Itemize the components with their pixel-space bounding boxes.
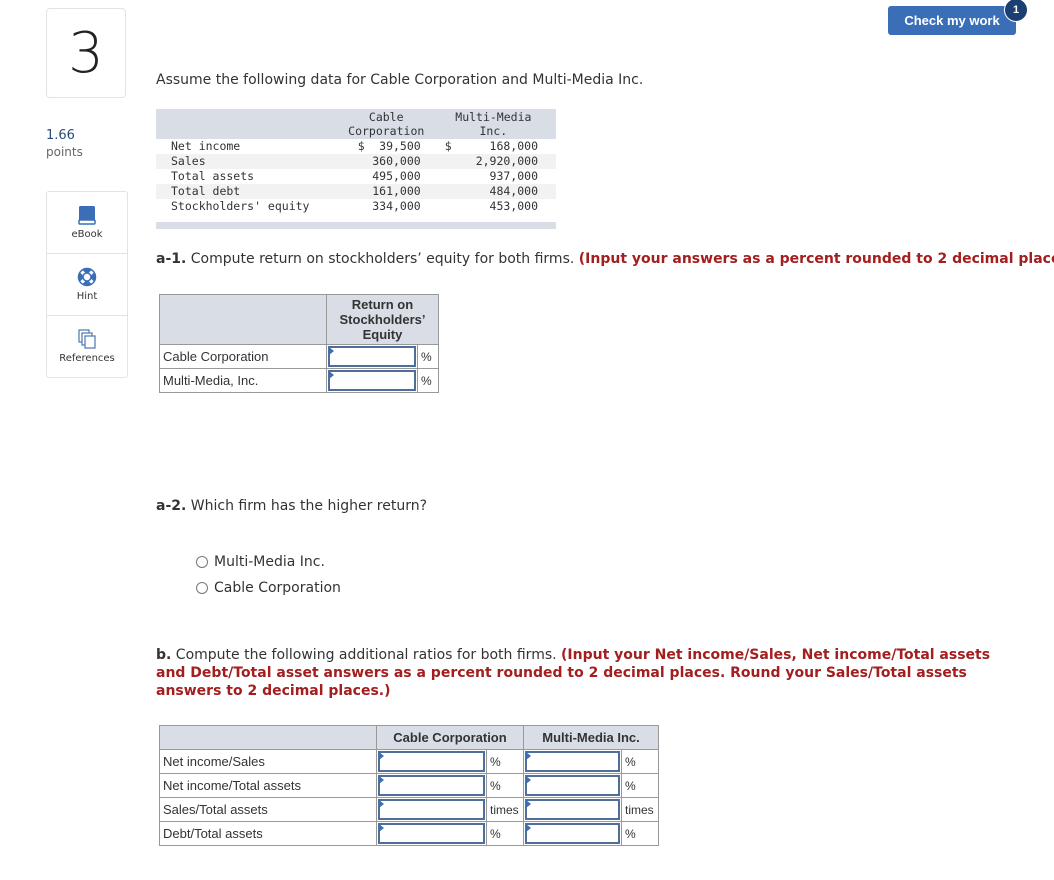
cell-value: 2,920,000 (430, 154, 556, 169)
radio-button[interactable] (196, 582, 208, 594)
table-row: Multi-Media, Inc. % (159, 368, 439, 393)
cell-value: 334,000 (372, 199, 421, 213)
roe-header: Return on Stockholders’ Equity (326, 294, 439, 345)
unit-label: % (621, 749, 659, 774)
ratios-answer-table: Cable Corporation Multi-Media Inc. Net i… (159, 725, 659, 846)
problem-intro: Assume the following data for Cable Corp… (156, 72, 644, 88)
hint-button[interactable]: Hint (47, 254, 127, 316)
currency-symbol: $ (444, 139, 452, 153)
cell-value: 39,500 (379, 139, 421, 153)
cell-value: 453,000 (489, 199, 538, 213)
row-label: Total assets (171, 169, 255, 183)
table-row: Sales 360,000 2,920,000 (156, 154, 556, 169)
table-row: Total debt 161,000 484,000 (156, 184, 556, 199)
part-b-prompt: b. Compute the following additional rati… (156, 646, 996, 700)
row-label: Net income/Sales (159, 749, 377, 774)
option-multimedia[interactable]: Multi-Media Inc. (196, 549, 341, 575)
table-row: Debt/Total assets % % (159, 821, 659, 846)
multimedia-net-income-sales-input[interactable] (527, 753, 618, 770)
row-label: Multi-Media, Inc. (159, 368, 327, 393)
unit-label: times (486, 797, 524, 822)
part-a2-text: Which firm has the higher return? (186, 498, 428, 514)
row-label: Debt/Total assets (159, 821, 377, 846)
row-label: Sales (156, 154, 342, 169)
part-a2-prompt: a-2. Which firm has the higher return? (156, 498, 427, 514)
cell-value: 937,000 (489, 169, 538, 183)
cell-value: 168,000 (489, 139, 538, 153)
part-b-text: Compute the following additional ratios … (171, 647, 562, 663)
cell-value: 161,000 (341, 184, 431, 199)
row-label: Total debt (156, 184, 342, 199)
cell-value: 360,000 (341, 154, 431, 169)
table-row: Stockholders' equity 334,000 453,000 (156, 199, 556, 214)
points-label: points (46, 145, 83, 159)
ebook-button[interactable]: eBook (47, 192, 127, 254)
hint-label: Hint (76, 291, 98, 302)
multimedia-sales-assets-input[interactable] (527, 801, 618, 818)
part-a1-instruction: (Input your answers as a percent rounded… (578, 251, 1054, 267)
points-value: 1.66 (46, 128, 75, 143)
table-row: Total assets 495,000 937,000 (156, 169, 556, 184)
references-button[interactable]: References (47, 316, 127, 377)
table-row: Net income/Total assets % % (159, 773, 659, 798)
part-a1-prompt: a-1. Compute return on stockholders’ equ… (156, 251, 1054, 267)
higher-return-options: Multi-Media Inc. Cable Corporation (196, 549, 341, 601)
table-row: Net income/Sales % % (159, 749, 659, 774)
col-header-cable: Cable Corporation (376, 725, 524, 750)
roe-answer-table: Return on Stockholders’ Equity Cable Corpo… (159, 294, 439, 393)
check-my-work-button[interactable]: Check my work (888, 6, 1016, 35)
documents-icon (78, 329, 96, 349)
check-count-badge: 1 (1004, 0, 1028, 22)
cell-value: 484,000 (430, 184, 556, 199)
unit-label: times (621, 797, 659, 822)
col-header-multimedia: Multi-Media Inc. (430, 109, 556, 139)
unit-label: % (417, 344, 439, 369)
table-row: Sales/Total assets times times (159, 797, 659, 822)
part-a1-prefix: a-1. (156, 251, 187, 267)
unit-label: % (417, 368, 439, 393)
part-a2-prefix: a-2. (156, 498, 187, 514)
question-number: 3 (46, 8, 126, 98)
references-label: References (59, 353, 115, 364)
row-label: Net income/Total assets (159, 773, 377, 798)
unit-label: % (621, 821, 659, 846)
cell-value: 495,000 (372, 169, 421, 183)
table-row: Cable Corporation % (159, 344, 439, 369)
roe-multimedia-input[interactable] (330, 372, 414, 389)
option-label: Multi-Media Inc. (214, 554, 325, 570)
multimedia-debt-assets-input[interactable] (527, 825, 618, 842)
option-cable[interactable]: Cable Corporation (196, 575, 341, 601)
row-label: Cable Corporation (159, 344, 327, 369)
row-label: Sales/Total assets (159, 797, 377, 822)
option-label: Cable Corporation (214, 580, 341, 596)
row-label: Stockholders' equity (171, 199, 310, 213)
cable-sales-assets-input[interactable] (380, 801, 483, 818)
row-label: Net income (171, 139, 241, 153)
unit-label: % (486, 773, 524, 798)
radio-button[interactable] (196, 556, 208, 568)
part-b-prefix: b. (156, 647, 172, 663)
ebook-label: eBook (71, 229, 103, 240)
lifebuoy-icon (77, 267, 97, 287)
col-header-multimedia: Multi-Media Inc. (523, 725, 659, 750)
cable-net-income-sales-input[interactable] (380, 753, 483, 770)
unit-label: % (486, 749, 524, 774)
cable-net-income-assets-input[interactable] (380, 777, 483, 794)
unit-label: % (621, 773, 659, 798)
unit-label: % (486, 821, 524, 846)
cable-debt-assets-input[interactable] (380, 825, 483, 842)
table-row: Net income $39,500 $168,000 (156, 139, 556, 154)
multimedia-net-income-assets-input[interactable] (527, 777, 618, 794)
col-header-cable: Cable Corporation (341, 109, 431, 139)
roe-cable-input[interactable] (330, 348, 414, 365)
points-info: 1.66 points (46, 127, 83, 161)
financial-data-table: Cable Corporation Multi-Media Inc. Net inc… (156, 109, 556, 229)
currency-symbol: $ (357, 139, 365, 153)
tools-panel: eBook Hint References (46, 191, 128, 378)
book-icon (78, 206, 96, 225)
part-a1-text: Compute return on stockholders’ equity f… (186, 251, 579, 267)
